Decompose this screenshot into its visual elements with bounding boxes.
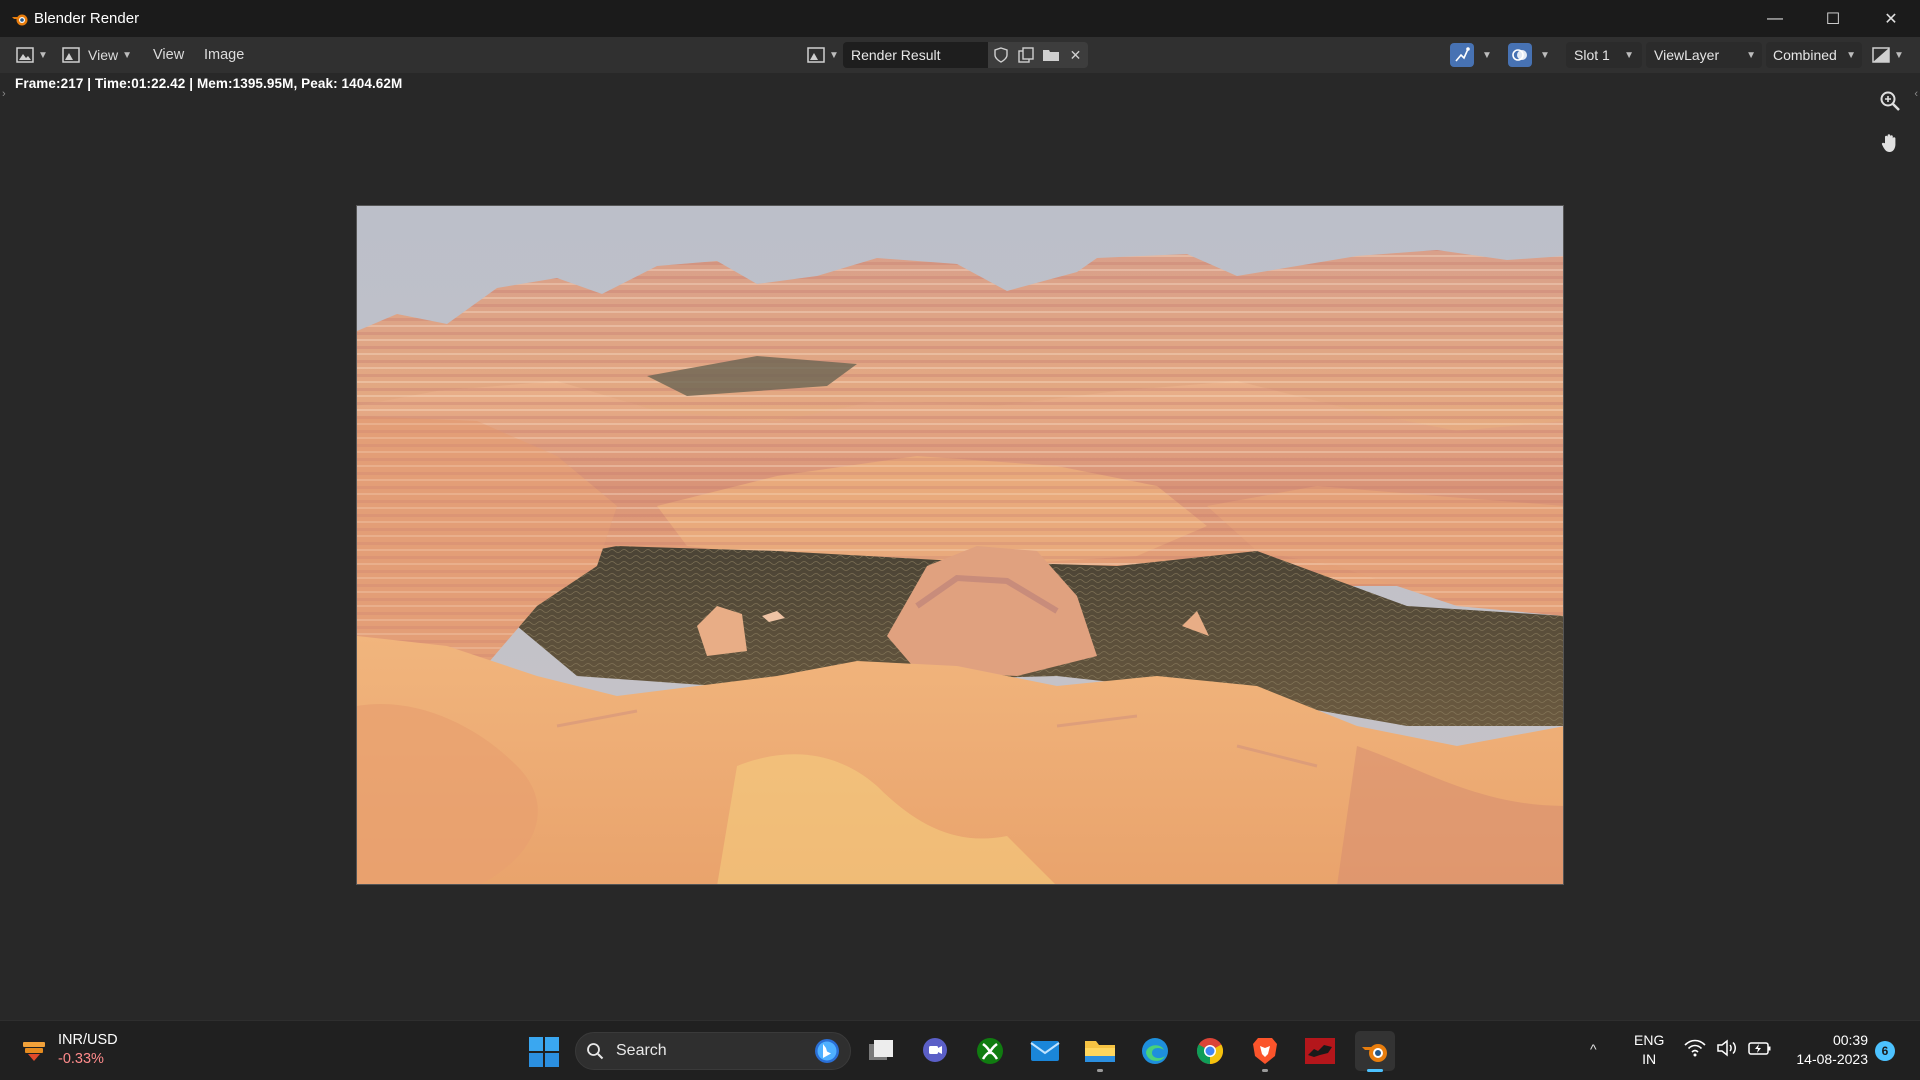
active-indicator	[1367, 1069, 1383, 1072]
search-label: Search	[616, 1042, 667, 1059]
render-result-image	[356, 205, 1564, 885]
chevron-down-icon: ▼	[1894, 49, 1904, 61]
browse-image-button[interactable]: ▼	[803, 42, 843, 68]
title-bar: Blender Render — ☐ ✕	[0, 0, 1920, 37]
view-mode-icon	[62, 47, 80, 63]
window-controls: — ☐ ✕	[1746, 0, 1920, 37]
sample-tool-toggle[interactable]: ▼	[1450, 42, 1492, 68]
taskbar-app-red-app[interactable]	[1300, 1031, 1340, 1071]
taskbar-app-xbox[interactable]	[970, 1031, 1010, 1071]
language-code: ENG	[1634, 1032, 1665, 1048]
view-layer-dropdown[interactable]: ViewLayer ▼	[1646, 42, 1762, 68]
task-view-icon	[869, 1040, 893, 1060]
taskbar-app-file-explorer[interactable]	[1080, 1031, 1120, 1072]
input-language-indicator[interactable]: ENG IN	[1634, 1031, 1664, 1069]
window-title: Blender Render	[34, 10, 140, 27]
running-indicator	[1097, 1069, 1103, 1072]
chat-icon	[923, 1038, 947, 1062]
open-folder-icon[interactable]	[1038, 42, 1063, 68]
render-info-text: Frame:217 | Time:01:22.42 | Mem:1395.95M…	[15, 76, 403, 91]
menu-view[interactable]: View	[144, 47, 193, 63]
image-editor-icon	[16, 47, 34, 63]
currency-chart-icon	[23, 1042, 45, 1061]
blender-logo-icon	[10, 9, 30, 29]
show-hidden-icons-chevron-icon[interactable]: ^	[1590, 1041, 1597, 1057]
battery-charging-icon	[1748, 1042, 1771, 1055]
minimize-button[interactable]: —	[1746, 0, 1804, 37]
pan-hand-icon[interactable]	[1874, 127, 1906, 159]
editor-type-button[interactable]: ▼	[12, 42, 52, 68]
overlays-toggle[interactable]: ▼	[1508, 42, 1550, 68]
start-button[interactable]	[528, 1036, 560, 1068]
duplicate-icon[interactable]	[1013, 42, 1038, 68]
slot-dropdown[interactable]: Slot 1 ▼	[1566, 42, 1642, 68]
image-editor-header: ▼ View ▼ View Image ▼ Render Result ✕ ▼ …	[0, 37, 1920, 73]
image-viewport[interactable]: › ‹ Frame:217 | Time:01:22.42 | Mem:1395…	[0, 73, 1920, 1020]
chevron-down-icon: ▼	[38, 49, 48, 61]
system-tray-icons[interactable]	[1684, 1038, 1772, 1058]
taskbar-app-chrome[interactable]	[1190, 1031, 1230, 1071]
fake-user-shield-icon[interactable]	[988, 42, 1013, 68]
chevron-down-icon: ▼	[1746, 49, 1756, 61]
taskbar-app-teams-chat[interactable]	[915, 1031, 955, 1071]
render-pass-label: Combined	[1773, 47, 1837, 63]
widgets-button[interactable]: INR/USD -0.33%	[20, 1031, 118, 1069]
chrome-icon	[1196, 1038, 1224, 1065]
widget-title: INR/USD	[58, 1032, 118, 1048]
view-mode-label: View	[88, 47, 119, 63]
red-app-icon	[1305, 1038, 1335, 1064]
language-region: IN	[1642, 1051, 1657, 1067]
folder-icon	[1085, 1041, 1115, 1062]
taskbar-app-task-view[interactable]	[861, 1031, 901, 1071]
overlays-icon	[1508, 43, 1532, 67]
unlink-x-icon[interactable]: ✕	[1063, 42, 1088, 68]
maximize-button[interactable]: ☐	[1804, 0, 1862, 37]
chevron-down-icon: ▼	[1624, 49, 1634, 61]
notification-count-badge[interactable]: 6	[1875, 1041, 1895, 1061]
brave-icon	[1253, 1038, 1277, 1064]
taskbar-app-mail[interactable]	[1025, 1031, 1065, 1071]
mail-icon	[1030, 1041, 1060, 1061]
image-browse-icon	[807, 47, 825, 63]
chevron-down-icon: ▼	[1846, 49, 1856, 61]
image-datablock-buttons: ✕	[988, 42, 1088, 68]
taskbar-search-box[interactable]: Search	[575, 1032, 851, 1070]
sample-tool-icon	[1450, 43, 1474, 67]
running-indicator	[1262, 1069, 1268, 1072]
windows-logo-icon	[529, 1037, 559, 1067]
view-layer-label: ViewLayer	[1654, 47, 1720, 63]
navigation-gizmo	[1874, 85, 1906, 159]
taskbar-app-blender[interactable]	[1355, 1031, 1395, 1072]
image-name-field[interactable]: Render Result	[843, 42, 988, 68]
search-icon	[587, 1043, 604, 1060]
bing-icon	[815, 1039, 839, 1063]
menu-image[interactable]: Image	[195, 47, 253, 63]
display-channels-dropdown[interactable]: ▼	[1872, 42, 1904, 68]
clock[interactable]: 00:39 14-08-2023	[1780, 1031, 1868, 1069]
render-pass-dropdown[interactable]: Combined ▼	[1766, 42, 1862, 68]
xbox-icon	[977, 1038, 1003, 1064]
taskbar-app-edge[interactable]	[1135, 1031, 1175, 1071]
volume-icon	[1717, 1039, 1736, 1057]
chevron-down-icon: ▼	[122, 49, 132, 61]
widget-change: -0.33%	[58, 1051, 104, 1067]
view-mode-dropdown[interactable]: View ▼	[58, 42, 136, 68]
close-button[interactable]: ✕	[1862, 0, 1920, 37]
sidebar-expand-arrow-icon[interactable]: ‹	[1914, 88, 1918, 100]
clock-time: 00:39	[1832, 1032, 1868, 1048]
taskbar: INR/USD -0.33% Search ^ ENG IN 00:39 14-…	[0, 1020, 1920, 1080]
wifi-icon	[1684, 1039, 1706, 1057]
toolbar-expand-arrow-icon[interactable]: ›	[2, 88, 6, 100]
display-channels-icon	[1872, 47, 1890, 63]
slot-label: Slot 1	[1574, 47, 1610, 63]
zoom-icon[interactable]	[1874, 85, 1906, 117]
chevron-down-icon: ▼	[829, 49, 839, 61]
chevron-down-icon: ▼	[1482, 49, 1492, 61]
blender-icon	[1362, 1044, 1387, 1062]
clock-date: 14-08-2023	[1796, 1051, 1868, 1067]
chevron-down-icon: ▼	[1540, 49, 1550, 61]
taskbar-app-brave[interactable]	[1245, 1031, 1285, 1072]
edge-icon	[1142, 1038, 1168, 1064]
